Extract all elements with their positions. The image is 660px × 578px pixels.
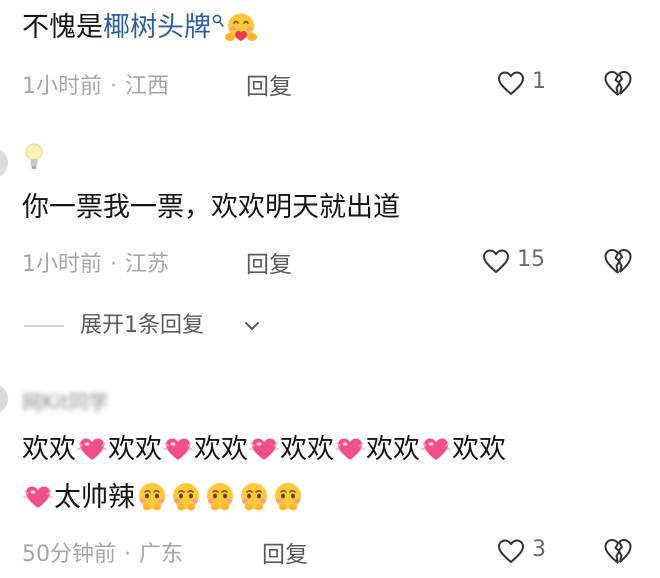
expand-replies-label: 展开1条回复 (80, 313, 204, 338)
comment-3: 网Kit同学 欢欢 欢欢 欢欢 欢欢 欢欢 欢欢 太帅辣 50分钟前 · 广东 回复 3 (0, 370, 660, 578)
broken-heart-icon[interactable] (603, 537, 633, 565)
avatar[interactable] (0, 384, 8, 414)
meta-separator: · (124, 542, 131, 567)
pink-heart-emoji (421, 438, 451, 460)
text-segment: 欢欢 (194, 434, 248, 465)
pink-heart-emoji (77, 438, 107, 460)
text-segment: 欢欢 (22, 434, 76, 465)
pink-heart-emoji (163, 438, 193, 460)
hugging-face-emoji (225, 13, 257, 41)
comment-text: 欢欢 欢欢 欢欢 欢欢 欢欢 欢欢 (22, 432, 506, 468)
like-count: 1 (532, 69, 546, 94)
pink-heart-emoji (23, 486, 53, 508)
comment-meta: 1小时前 · 江苏 (22, 246, 169, 278)
meta-separator: · (110, 252, 117, 277)
comment-text-plain: 不愧是 (22, 12, 103, 43)
expand-replies-button[interactable]: 展开1条回复 (24, 308, 324, 344)
shy-face-emoji (275, 482, 301, 510)
expand-divider (24, 325, 64, 327)
meta-separator: · (110, 74, 117, 99)
comment-text-line-2: 太帅辣 (22, 480, 305, 516)
chevron-down-icon (245, 322, 259, 330)
comment-location: 江西 (125, 74, 170, 99)
reply-button[interactable]: 回复 (262, 535, 308, 569)
comment-time: 1小时前 (22, 74, 102, 99)
broken-heart-icon[interactable] (603, 69, 633, 97)
comment-time: 50分钟前 (22, 542, 116, 567)
comment-text: 不愧是椰树头牌 (22, 10, 258, 46)
lightbulb-icon (25, 143, 43, 169)
text-segment: 欢欢 (452, 434, 506, 465)
broken-heart-icon[interactable] (603, 247, 633, 275)
shy-face-emoji (173, 482, 199, 510)
text-segment: 欢欢 (280, 434, 334, 465)
comment-meta: 1小时前 · 江西 (22, 68, 169, 100)
shy-face-emoji (207, 482, 233, 510)
shy-face-emoji (241, 482, 267, 510)
heart-outline-icon[interactable] (482, 248, 510, 274)
username[interactable]: 网Kit同学 (22, 386, 109, 415)
reply-button[interactable]: 回复 (246, 67, 292, 101)
comment-location: 江苏 (125, 252, 170, 277)
search-icon (212, 14, 224, 27)
shy-face-emoji (139, 482, 165, 510)
text-segment: 欢欢 (366, 434, 420, 465)
like-count: 15 (517, 247, 545, 272)
text-segment: 欢欢 (108, 434, 162, 465)
pink-heart-emoji (249, 438, 279, 460)
comment-time: 1小时前 (22, 252, 102, 277)
comment-text: 你一票我一票，欢欢明天就出道 (22, 192, 400, 223)
comment-location: 广东 (139, 542, 184, 567)
comment-meta: 50分钟前 · 广东 (22, 536, 183, 568)
reply-button[interactable]: 回复 (246, 245, 292, 279)
avatar[interactable] (0, 148, 8, 178)
topic-link[interactable]: 椰树头牌 (103, 12, 211, 43)
heart-outline-icon[interactable] (497, 70, 525, 96)
pink-heart-emoji (335, 438, 365, 460)
like-count: 3 (532, 537, 546, 562)
text-segment: 太帅辣 (54, 482, 135, 513)
comment-1: 不愧是椰树头牌 1小时前 · 江西 回复 1 (0, 0, 660, 120)
heart-outline-icon[interactable] (497, 538, 525, 564)
